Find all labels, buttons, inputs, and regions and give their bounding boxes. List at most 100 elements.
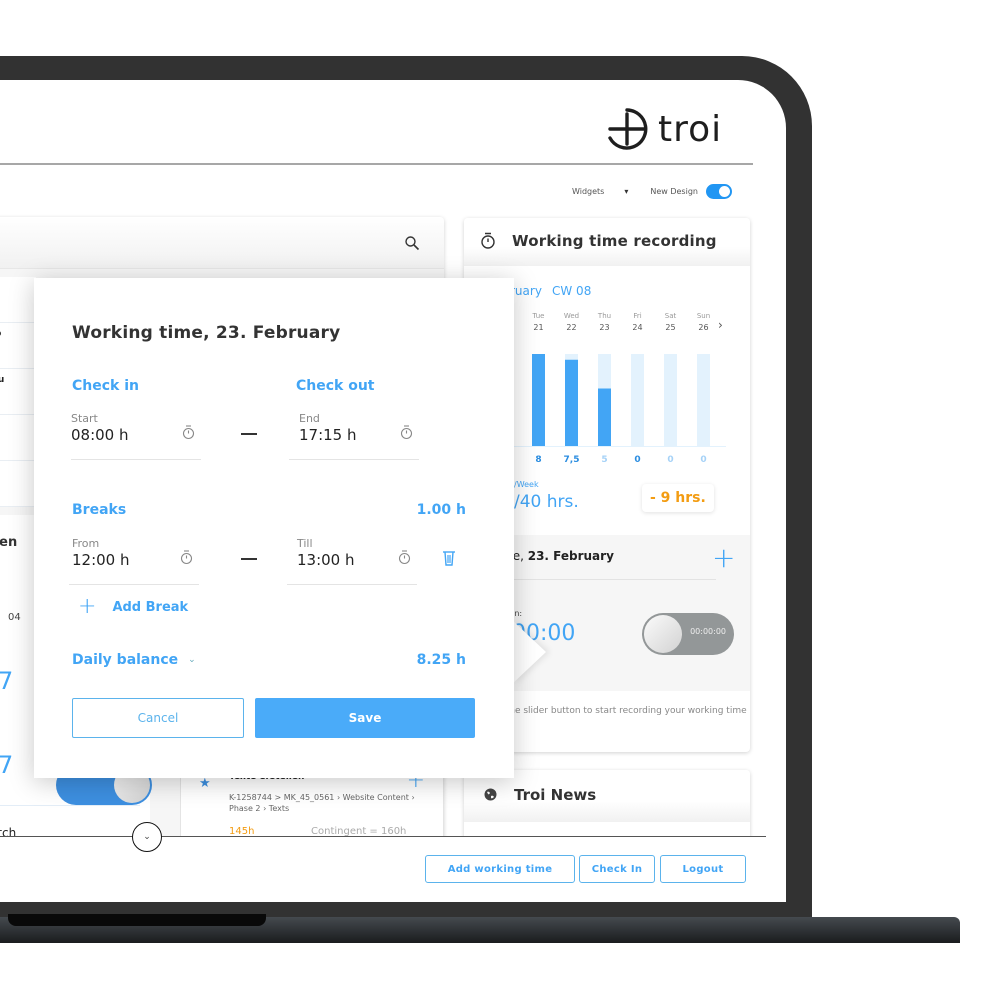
chart-value-label: 5 — [601, 455, 607, 465]
chart-bar-track — [697, 354, 710, 446]
brand-name: troi — [658, 108, 723, 150]
check-out-heading: Check out — [296, 378, 375, 394]
topbar-controls: Widgets ▾ New Design — [572, 184, 732, 199]
project-list-item[interactable]: s > Web CL-00-00 — [0, 323, 36, 369]
project-list-item[interactable]: New C CL-00-00 — [0, 461, 36, 507]
project-title: esign Gu — [0, 375, 5, 385]
start-time-field[interactable]: Start 08:00 h — [71, 412, 201, 460]
project-code: CL-00-00 — [0, 342, 36, 351]
search-icon[interactable] — [404, 235, 420, 251]
timer-widget-big-value-2: 7 — [0, 751, 14, 779]
breaks-heading: Breaks — [72, 502, 127, 518]
end-label: End — [299, 412, 320, 425]
widgets-dropdown-label[interactable]: Widgets — [572, 187, 604, 196]
add-break-button[interactable]: + Add Break — [78, 596, 188, 618]
modal-pointer — [512, 620, 546, 684]
wtr-month[interactable]: ruary — [510, 284, 542, 298]
logout-button[interactable]: Logout — [660, 855, 746, 883]
slider-knob[interactable] — [644, 615, 682, 653]
project-code: CL-00-00 — [0, 296, 36, 305]
daily-balance-toggle[interactable]: Daily balance ⌄ — [72, 652, 196, 668]
modal-title: Working time, 23. February — [72, 323, 341, 343]
daily-balance-label: Daily balance — [72, 652, 179, 668]
chart-value-label: 0 — [700, 455, 706, 465]
laptop-mockup: troi Widgets ▾ New Design - Foto CL-00-00… — [0, 0, 1000, 1000]
chart-date-label: 25 — [665, 323, 675, 332]
chart-date-label: 21 — [533, 323, 543, 332]
chevron-down-icon: ⌄ — [188, 655, 196, 665]
today-title-date: 23. February — [527, 549, 614, 563]
chart-day-label: Wed — [564, 312, 579, 320]
add-working-time-button[interactable]: Add working time — [425, 855, 575, 883]
add-break-label: Add Break — [112, 599, 189, 615]
new-design-label: New Design — [650, 187, 698, 196]
till-value: 13:00 h — [297, 551, 355, 569]
week-target-value: /40 hrs. — [514, 492, 579, 512]
add-time-icon[interactable]: + — [712, 541, 735, 574]
chart-bar — [532, 354, 545, 446]
chart-value-label: 8 — [535, 455, 541, 465]
divider — [0, 805, 140, 806]
header-divider — [0, 163, 753, 165]
start-label: Start — [71, 412, 98, 425]
bottom-divider — [0, 836, 766, 837]
from-value: 12:00 h — [72, 551, 130, 569]
chart-bar — [598, 388, 611, 446]
news-title: Troi News — [514, 786, 597, 804]
troi-logo[interactable]: troi — [604, 106, 722, 152]
chart-day-label: Fri — [633, 312, 641, 320]
save-button[interactable]: Save — [255, 698, 475, 738]
project-list-item[interactable]: - Ongoi CL-00-00 — [0, 415, 36, 461]
wtr-title: Working time recording — [512, 232, 717, 250]
project-list-item[interactable]: esign Gu CL-00-00 — [0, 369, 36, 415]
cancel-button[interactable]: Cancel — [72, 698, 244, 738]
break-from-field[interactable]: From 12:00 h — [69, 537, 199, 585]
from-label: From — [72, 537, 100, 550]
project-code: CL-00-00 — [0, 434, 36, 443]
task-breadcrumb: K-1258744 > MK_45_0561 › Website Content… — [229, 793, 415, 813]
chart-day-label: Tue — [532, 312, 545, 320]
range-dash — [241, 433, 257, 435]
timer-widget-big-value: 7 — [0, 667, 14, 695]
range-dash — [241, 558, 257, 560]
stopwatch-icon[interactable] — [182, 425, 195, 440]
plus-icon: + — [78, 594, 97, 619]
check-in-heading: Check in — [72, 378, 139, 394]
delete-break-trash-icon[interactable] — [442, 550, 456, 566]
start-value: 08:00 h — [71, 426, 129, 444]
project-title: New C — [0, 467, 36, 477]
stopwatch-icon — [481, 232, 495, 249]
project-list: - Foto CL-00-00 s > Web CL-00-00 esign Gu C… — [0, 277, 36, 507]
project-title: - Foto — [0, 283, 36, 293]
project-title: s > Web — [0, 329, 36, 339]
today-title: te, 23. February — [508, 549, 614, 563]
stopwatch-icon[interactable] — [398, 550, 411, 565]
chart-bar-track — [631, 354, 644, 446]
timer-widget-small-value: 04 — [8, 612, 21, 623]
breaks-total: 1.00 h — [416, 502, 466, 518]
star-icon[interactable]: ★ — [199, 776, 211, 791]
end-time-field[interactable]: End 17:15 h — [289, 412, 419, 460]
laptop-base-notch — [8, 914, 266, 926]
new-design-toggle[interactable] — [705, 184, 732, 199]
chart-date-label: 23 — [599, 323, 609, 332]
start-recording-slider[interactable]: 00:00:00 — [642, 613, 734, 655]
caret-down-icon[interactable]: ▾ — [624, 187, 628, 196]
check-in-button[interactable]: Check In — [579, 855, 655, 883]
project-list-item[interactable]: - Foto CL-00-00 — [0, 277, 36, 323]
collapse-chevron-button[interactable]: ⌄ — [132, 822, 162, 852]
stopwatch-icon[interactable] — [180, 550, 193, 565]
wtr-calendar-week: CW 08 — [552, 284, 592, 298]
project-code: CL-00-00 — [0, 480, 36, 489]
wtr-header: Working time recording — [464, 218, 750, 266]
chart-day-label: Sun — [697, 312, 710, 320]
timer-widget-title: aren — [0, 535, 18, 550]
chart-date-label: 26 — [698, 323, 708, 332]
chart-day-label: Sat — [665, 312, 677, 320]
project-title: - Ongoi — [0, 421, 36, 431]
chart-bar-track — [664, 354, 677, 446]
break-till-field[interactable]: Till 13:00 h — [287, 537, 417, 585]
end-value: 17:15 h — [299, 426, 357, 444]
toggle-knob — [718, 186, 730, 197]
stopwatch-icon[interactable] — [400, 425, 413, 440]
